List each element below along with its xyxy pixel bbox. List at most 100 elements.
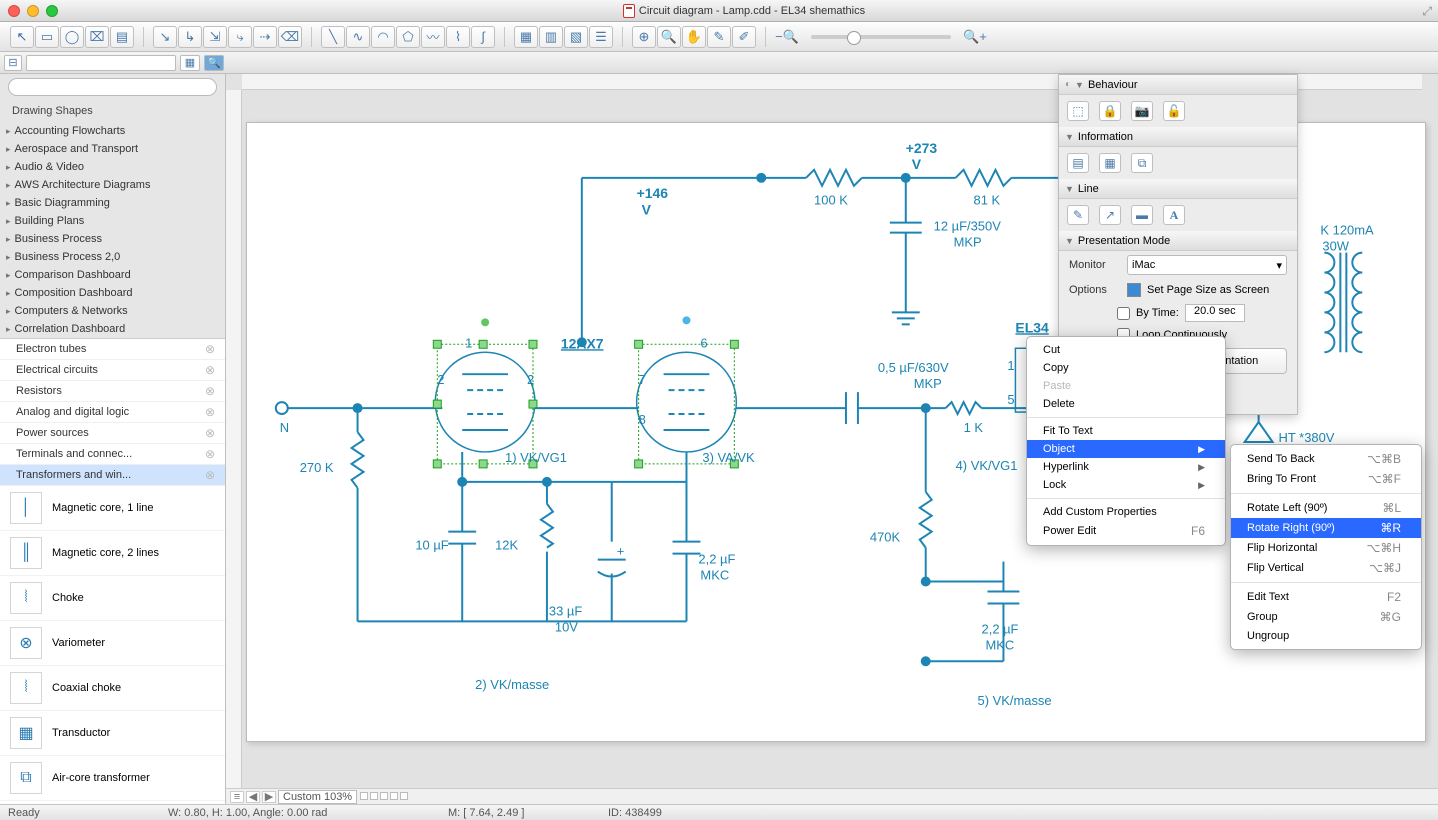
section-behaviour[interactable]: Behaviour <box>1088 79 1138 91</box>
category-item[interactable]: Basic Diagramming <box>0 194 225 212</box>
library-item[interactable]: Power sources⊗ <box>0 423 225 444</box>
shape-item[interactable]: ⊗Variometer <box>0 621 225 666</box>
menu-item[interactable]: Flip Horizontal⌥⌘H <box>1231 538 1421 558</box>
line-fill-icon[interactable]: ▬ <box>1131 205 1153 225</box>
textbox-tool[interactable]: ⌧ <box>85 26 109 48</box>
menu-item[interactable]: Lock <box>1027 476 1225 494</box>
behaviour-lock-icon[interactable]: 🔒 <box>1099 101 1121 121</box>
category-item[interactable]: Audio & Video <box>0 158 225 176</box>
category-item[interactable]: Aerospace and Transport <box>0 140 225 158</box>
menu-item[interactable]: Group⌘G <box>1231 607 1421 627</box>
fullscreen-icon[interactable]: ⤢ <box>1422 4 1432 19</box>
search-icon[interactable]: 🔍 <box>204 55 224 71</box>
menu-item[interactable]: Delete <box>1027 395 1225 413</box>
shape-item[interactable]: ║Magnetic core, 2 lines <box>0 531 225 576</box>
category-item[interactable]: Composition Dashboard <box>0 284 225 302</box>
menu-item[interactable]: Add Custom Properties <box>1027 503 1225 521</box>
rect-tool[interactable]: ▭ <box>35 26 59 48</box>
library-close-icon[interactable]: ⊗ <box>205 405 215 419</box>
tree-view-icon[interactable]: ⊟ <box>4 55 22 71</box>
panel-close-icon[interactable]: ◐ <box>1065 79 1071 90</box>
menu-item[interactable]: Fit To Text <box>1027 422 1225 440</box>
line-text-icon[interactable]: A <box>1163 205 1185 225</box>
image-tool[interactable]: ▤ <box>110 26 134 48</box>
shape-item[interactable]: ⧉Air-core transformer <box>0 756 225 801</box>
library-filter[interactable] <box>26 55 176 71</box>
arc-tool[interactable]: ◠ <box>371 26 395 48</box>
category-item[interactable]: AWS Architecture Diagrams <box>0 176 225 194</box>
bytime-field[interactable]: 20.0 sec <box>1185 304 1245 322</box>
snap-tool-3[interactable]: ▧ <box>564 26 588 48</box>
menu-item[interactable]: Send To Back⌥⌘B <box>1231 449 1421 469</box>
info-page-icon[interactable]: ▦ <box>1099 153 1121 173</box>
menu-item[interactable]: Cut <box>1027 341 1225 359</box>
zoom-out-btn[interactable]: −🔍 <box>775 26 799 48</box>
behaviour-snapshot-icon[interactable]: 📷 <box>1131 101 1153 121</box>
line-arrow-icon[interactable]: ↗ <box>1099 205 1121 225</box>
opt-pagesize[interactable]: Set Page Size as Screen <box>1147 284 1269 296</box>
ellipse-tool[interactable]: ◯ <box>60 26 84 48</box>
library-item[interactable]: Electrical circuits⊗ <box>0 360 225 381</box>
bezier-tool[interactable]: 〰 <box>421 26 445 48</box>
zoom-in-btn[interactable]: 🔍+ <box>963 26 987 48</box>
page-next-button[interactable]: ▶ <box>262 791 276 803</box>
zoom-readout[interactable]: Custom 103% <box>278 790 357 804</box>
shape-search-input[interactable] <box>8 78 217 96</box>
menu-item[interactable]: Rotate Left (90º)⌘L <box>1231 498 1421 518</box>
library-item[interactable]: Transformers and win...⊗ <box>0 465 225 486</box>
library-item[interactable]: Analog and digital logic⊗ <box>0 402 225 423</box>
category-item[interactable]: Comparison Dashboard <box>0 266 225 284</box>
close-button[interactable] <box>8 5 20 17</box>
page-thumbs[interactable] <box>359 791 409 803</box>
library-close-icon[interactable]: ⊗ <box>205 384 215 398</box>
library-item[interactable]: Resistors⊗ <box>0 381 225 402</box>
shape-item[interactable]: │Magnetic core, 1 line <box>0 486 225 531</box>
free-tool[interactable]: ∫ <box>471 26 495 48</box>
menu-item[interactable]: Hyperlink <box>1027 458 1225 476</box>
library-close-icon[interactable]: ⊗ <box>205 342 215 356</box>
bytime-checkbox[interactable] <box>1117 307 1130 320</box>
library-item[interactable]: Electron tubes⊗ <box>0 339 225 360</box>
conn-tool-6[interactable]: ⌫ <box>278 26 302 48</box>
category-item[interactable]: Correlation Dashboard <box>0 320 225 338</box>
menu-item[interactable]: Bring To Front⌥⌘F <box>1231 469 1421 489</box>
menu-item[interactable]: Rotate Right (90º)⌘R <box>1231 518 1421 538</box>
zoom-fit[interactable]: ⊕ <box>632 26 656 48</box>
menu-item[interactable]: Flip Vertical⌥⌘J <box>1231 558 1421 578</box>
snap-tool-1[interactable]: ▦ <box>514 26 538 48</box>
menu-item[interactable]: Copy <box>1027 359 1225 377</box>
snap-tool-2[interactable]: ▥ <box>539 26 563 48</box>
category-item[interactable]: Building Plans <box>0 212 225 230</box>
library-close-icon[interactable]: ⊗ <box>205 426 215 440</box>
grid-view-icon[interactable]: ▦ <box>180 55 200 71</box>
page-prev-button[interactable]: ◀ <box>246 791 260 803</box>
library-close-icon[interactable]: ⊗ <box>205 468 215 482</box>
monitor-select[interactable]: iMac▾ <box>1127 255 1287 275</box>
library-item[interactable]: Terminals and connec...⊗ <box>0 444 225 465</box>
zoom-in[interactable]: 🔍 <box>657 26 681 48</box>
paint-tool[interactable]: ✐ <box>732 26 756 48</box>
conn-tool-5[interactable]: ⇢ <box>253 26 277 48</box>
menu-item[interactable]: Power EditF6 <box>1027 521 1225 541</box>
menu-item[interactable]: Edit TextF2 <box>1231 587 1421 607</box>
line-pen-icon[interactable]: ✎ <box>1067 205 1089 225</box>
info-copy-icon[interactable]: ⧉ <box>1131 153 1153 173</box>
section-presentation[interactable]: Presentation Mode <box>1078 235 1170 247</box>
category-item[interactable]: Business Process 2,0 <box>0 248 225 266</box>
pan-tool[interactable]: ✋ <box>682 26 706 48</box>
section-line[interactable]: Line <box>1078 183 1099 195</box>
poly-tool[interactable]: ⬠ <box>396 26 420 48</box>
select-tool[interactable]: ↖ <box>10 26 34 48</box>
spline-tool[interactable]: ⌇ <box>446 26 470 48</box>
conn-tool-3[interactable]: ⇲ <box>203 26 227 48</box>
section-information[interactable]: Information <box>1078 131 1133 143</box>
conn-tool-1[interactable]: ↘ <box>153 26 177 48</box>
menu-item[interactable]: Object <box>1027 440 1225 458</box>
behaviour-resize-icon[interactable]: ⬚ <box>1067 101 1089 121</box>
shape-item[interactable]: ▦Transductor <box>0 711 225 756</box>
info-doc-icon[interactable]: ▤ <box>1067 153 1089 173</box>
conn-tool-4[interactable]: ⤷ <box>228 26 252 48</box>
minimize-button[interactable] <box>27 5 39 17</box>
shape-item[interactable]: ⦚Choke <box>0 576 225 621</box>
category-item[interactable]: Computers & Networks <box>0 302 225 320</box>
